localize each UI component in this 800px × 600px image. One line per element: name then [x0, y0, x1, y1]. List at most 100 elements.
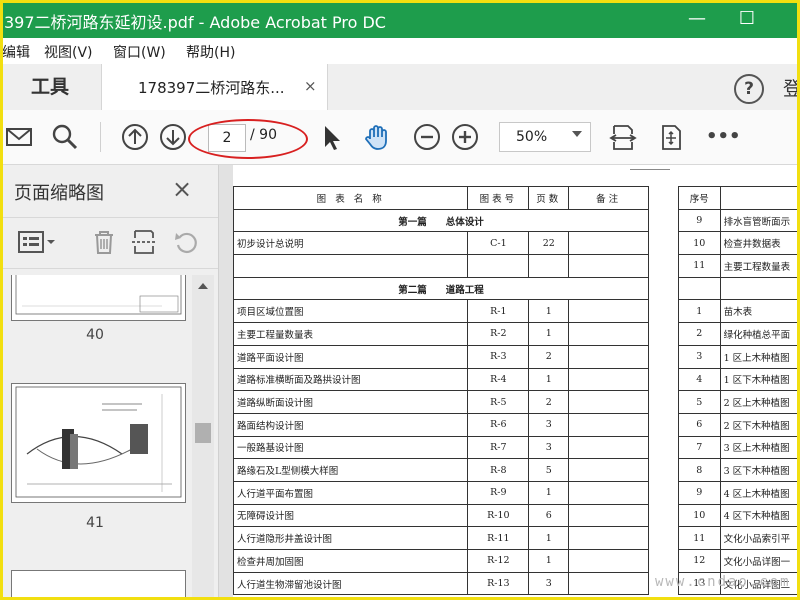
menu-edit[interactable]: 编辑: [2, 42, 30, 62]
table-row: 31 区上木种植图: [678, 344, 800, 369]
table-cell: 1: [528, 367, 570, 392]
table-cell: 1: [528, 526, 570, 550]
table-cell: 道路纵断面设计图: [232, 390, 469, 414]
table-row: 10 4 区下木种植图: [678, 503, 800, 528]
page-top-edge: [630, 165, 670, 170]
tab-document[interactable]: 178397二桥河路东... ×: [101, 64, 328, 111]
table-cell: [568, 231, 649, 256]
table-cell: R-8: [467, 458, 530, 482]
table-row: 12 文化小品详图一: [678, 549, 800, 573]
table-cell: [467, 254, 530, 278]
page-down-icon[interactable]: [158, 122, 188, 152]
main-toolbar: 2 / 90 50% •••: [0, 110, 800, 165]
table-cell: R-13: [467, 571, 530, 596]
table-cell: [568, 322, 649, 346]
column-header: 序号: [678, 186, 721, 210]
table-cell: 10: [678, 503, 721, 528]
table-cell: 3: [528, 435, 570, 460]
table-cell: 检查井数据表: [719, 231, 800, 256]
table-row: 11 主要工程数量表: [678, 254, 800, 278]
scroll-thumb[interactable]: [195, 423, 211, 443]
table-cell: [568, 390, 649, 414]
table-cell: 3 区上木种植图: [719, 435, 800, 460]
menu-view[interactable]: 视图(V): [44, 42, 93, 62]
thumbnail-page-42[interactable]: [11, 570, 186, 600]
table-row: 人行道隐形井盖设计图 R-11 1: [232, 526, 649, 550]
tab-tools[interactable]: 工具: [0, 64, 100, 110]
thumbnail-page-41[interactable]: [11, 383, 186, 503]
site-watermark: www.cndao.com: [655, 574, 791, 590]
table-cell: 1: [528, 322, 570, 346]
fit-page-icon[interactable]: [608, 122, 638, 152]
table-cell: [568, 254, 649, 278]
rotate-page-icon[interactable]: [172, 228, 200, 256]
table-cell: 12: [678, 549, 721, 573]
table-cell: 7: [678, 435, 721, 460]
search-icon[interactable]: [50, 122, 80, 152]
column-header: [719, 186, 800, 210]
delete-page-icon[interactable]: [90, 228, 118, 256]
maximize-button[interactable]: ☐: [734, 6, 760, 32]
table-cell: R-5: [467, 390, 530, 414]
table-cell: R-2: [467, 322, 530, 346]
table-row: 62 区下木种植图: [678, 412, 800, 437]
zoom-in-icon[interactable]: [450, 122, 480, 152]
table-cell: 4: [678, 367, 721, 392]
section-row: 第一篇 总体设计: [233, 208, 649, 233]
table-cell: [568, 412, 649, 437]
column-header: 图 表 名 称: [232, 186, 469, 210]
table-cell: [678, 276, 721, 301]
table-cell: 路缘石及L型侧模大样图: [232, 458, 469, 482]
section-title: 第一篇 总体设计: [233, 208, 649, 233]
window-title: 397二桥河路东延初设.pdf - Adobe Acrobat Pro DC: [4, 13, 386, 32]
table-cell: [719, 276, 800, 301]
more-tools-icon[interactable]: •••: [706, 122, 741, 152]
toolbar-separator: [100, 122, 101, 152]
table-cell: [568, 480, 649, 505]
zoom-out-icon[interactable]: [412, 122, 442, 152]
table-cell: 排水盲管断面示: [719, 208, 800, 233]
table-cell: 5: [528, 458, 570, 482]
drawing-index-table-right: 序号 9 排水盲管断面示 10 检查井数据表 11 主要工程数量表 1 苗木表 2 绿化种植总平面 3…: [678, 186, 800, 596]
table-header-row: 序号: [678, 186, 800, 210]
thumbnail-label-41: 41: [86, 515, 104, 531]
table-cell: 1: [678, 299, 721, 324]
login-button[interactable]: 登: [783, 74, 800, 101]
table-cell: [568, 503, 649, 528]
table-cell: R-10: [467, 503, 530, 528]
scroll-up-icon[interactable]: [198, 283, 208, 289]
panel-close-icon[interactable]: ×: [172, 175, 192, 203]
document-view[interactable]: 图 表 名 称图表号 页数 备注 第一篇 总体设计 初步设计总说明 C-1 22 第二篇 道路…: [219, 165, 800, 600]
table-cell: 2 区下木种植图: [719, 412, 800, 437]
table-cell: [232, 254, 469, 278]
thumbnail-scrollbar[interactable]: [192, 275, 214, 600]
thumbnail-panel: 页面缩略图 × 40 41: [0, 165, 219, 600]
column-header: 页数: [528, 186, 570, 210]
thumbnail-page-40[interactable]: [11, 275, 186, 321]
tab-document-label: 178397二桥河路东...: [138, 79, 285, 97]
table-cell: 5: [678, 390, 721, 414]
menu-window[interactable]: 窗口(W): [113, 42, 166, 62]
table-cell: 10: [678, 231, 721, 256]
crop-page-icon[interactable]: [130, 228, 158, 256]
menu-help[interactable]: 帮助(H): [186, 42, 235, 62]
full-screen-icon[interactable]: [656, 122, 686, 152]
table-row: 道路纵断面设计图 R-5 2: [232, 390, 649, 414]
table-cell: R-6: [467, 412, 530, 437]
zoom-dropdown[interactable]: 50%: [499, 122, 591, 152]
page-up-icon[interactable]: [120, 122, 150, 152]
table-cell: 9: [678, 480, 721, 505]
table-cell: 1: [528, 299, 570, 324]
hand-tool-icon[interactable]: [362, 122, 392, 152]
tab-close-icon[interactable]: ×: [304, 77, 317, 95]
chevron-down-icon: [572, 131, 582, 137]
table-cell: R-7: [467, 435, 530, 460]
thumbnail-label-40: 40: [86, 327, 104, 343]
help-icon[interactable]: ?: [734, 74, 764, 104]
thumbnail-options-icon[interactable]: [18, 228, 55, 256]
table-cell: 22: [528, 231, 570, 256]
email-icon[interactable]: [4, 122, 34, 152]
minimize-button[interactable]: —: [684, 6, 710, 32]
table-cell: 6: [528, 503, 570, 528]
select-cursor-icon[interactable]: [316, 122, 346, 152]
